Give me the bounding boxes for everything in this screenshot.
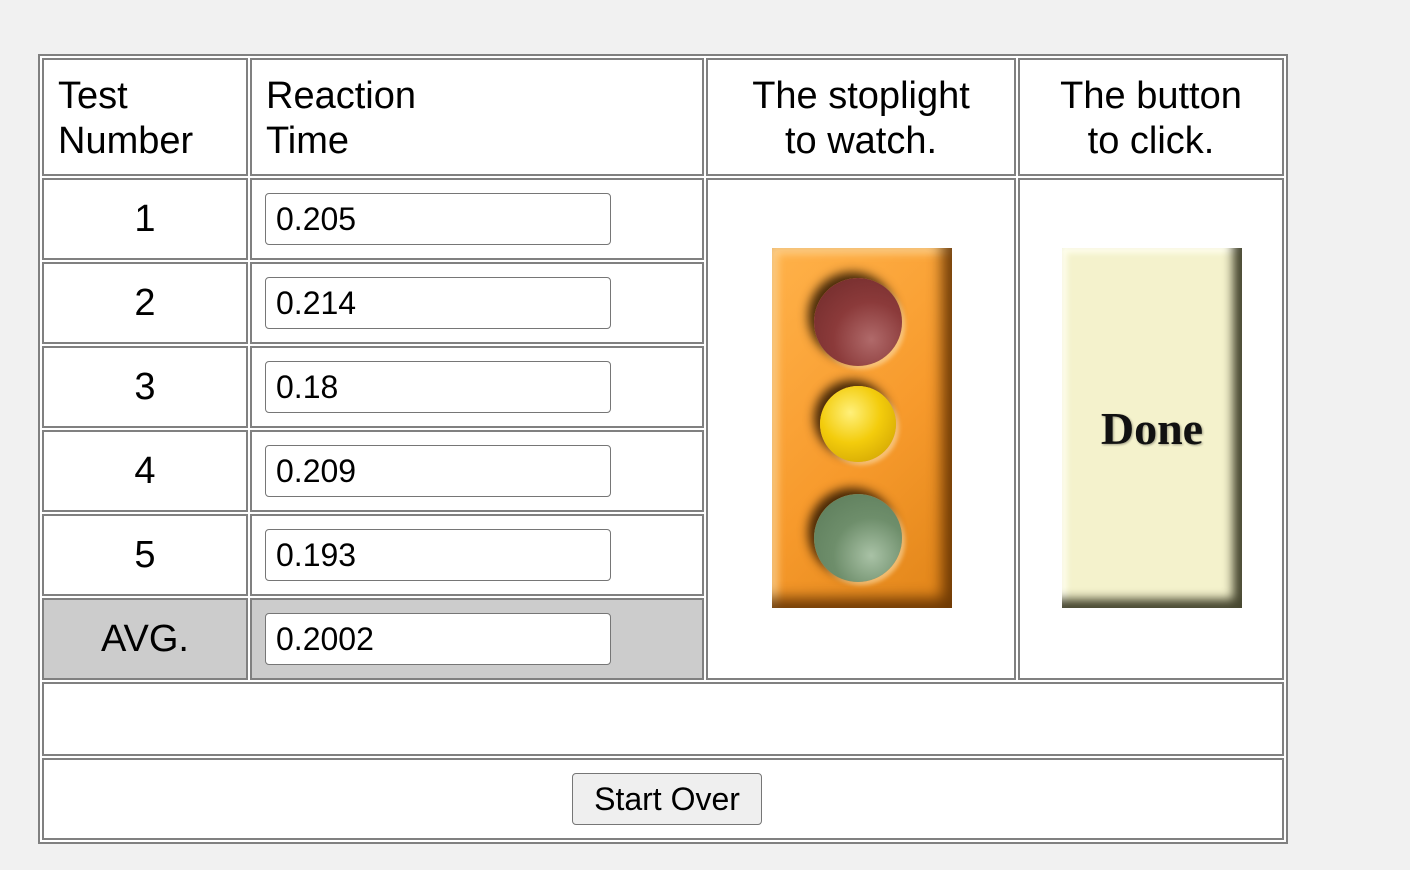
header-test-number: Test Number	[42, 58, 248, 176]
reaction-time-input-3[interactable]	[265, 361, 611, 413]
header-button-line1: The button	[1060, 75, 1242, 117]
header-stoplight: The stoplight to watch.	[706, 58, 1016, 176]
header-reaction-time-line1: Reaction	[266, 75, 416, 117]
header-stoplight-line2: to watch.	[784, 120, 938, 162]
test-number-2: 2	[42, 262, 248, 344]
stoplight-cell	[706, 178, 1016, 680]
reaction-time-cell-5	[250, 514, 704, 596]
reaction-time-input-1[interactable]	[265, 193, 611, 245]
reaction-time-cell-3	[250, 346, 704, 428]
done-button[interactable]: Done	[1062, 248, 1242, 608]
header-reaction-time-line2: Time	[266, 120, 350, 162]
header-stoplight-line1: The stoplight	[752, 75, 970, 117]
reaction-time-input-4[interactable]	[265, 445, 611, 497]
reaction-time-input-5[interactable]	[265, 529, 611, 581]
start-over-button[interactable]: Start Over	[572, 773, 762, 825]
red-light-icon	[814, 278, 902, 366]
reaction-test-page: Test Number Reaction Time The stoplight …	[0, 0, 1410, 870]
average-cell	[250, 598, 704, 680]
reaction-time-cell-1	[250, 178, 704, 260]
test-number-3: 3	[42, 346, 248, 428]
header-button-line2: to click.	[1087, 120, 1215, 162]
header-test-number-line1: Test	[58, 75, 128, 117]
yellow-light-icon	[820, 386, 896, 462]
reaction-time-cell-2	[250, 262, 704, 344]
stoplight-icon	[772, 248, 952, 608]
reaction-time-cell-4	[250, 430, 704, 512]
green-light-icon	[814, 494, 902, 582]
average-label: AVG.	[42, 598, 248, 680]
test-number-4: 4	[42, 430, 248, 512]
header-button: The button to click.	[1018, 58, 1284, 176]
status-message	[42, 682, 1284, 756]
header-test-number-line2: Number	[58, 120, 194, 162]
test-number-1: 1	[42, 178, 248, 260]
start-over-cell: Start Over	[42, 758, 1284, 840]
reaction-time-input-2[interactable]	[265, 277, 611, 329]
reaction-test-table: Test Number Reaction Time The stoplight …	[38, 54, 1288, 844]
header-reaction-time: Reaction Time	[250, 58, 704, 176]
average-input[interactable]	[265, 613, 611, 665]
done-button-label: Done	[1100, 402, 1204, 454]
test-number-5: 5	[42, 514, 248, 596]
done-button-cell: Done	[1018, 178, 1284, 680]
